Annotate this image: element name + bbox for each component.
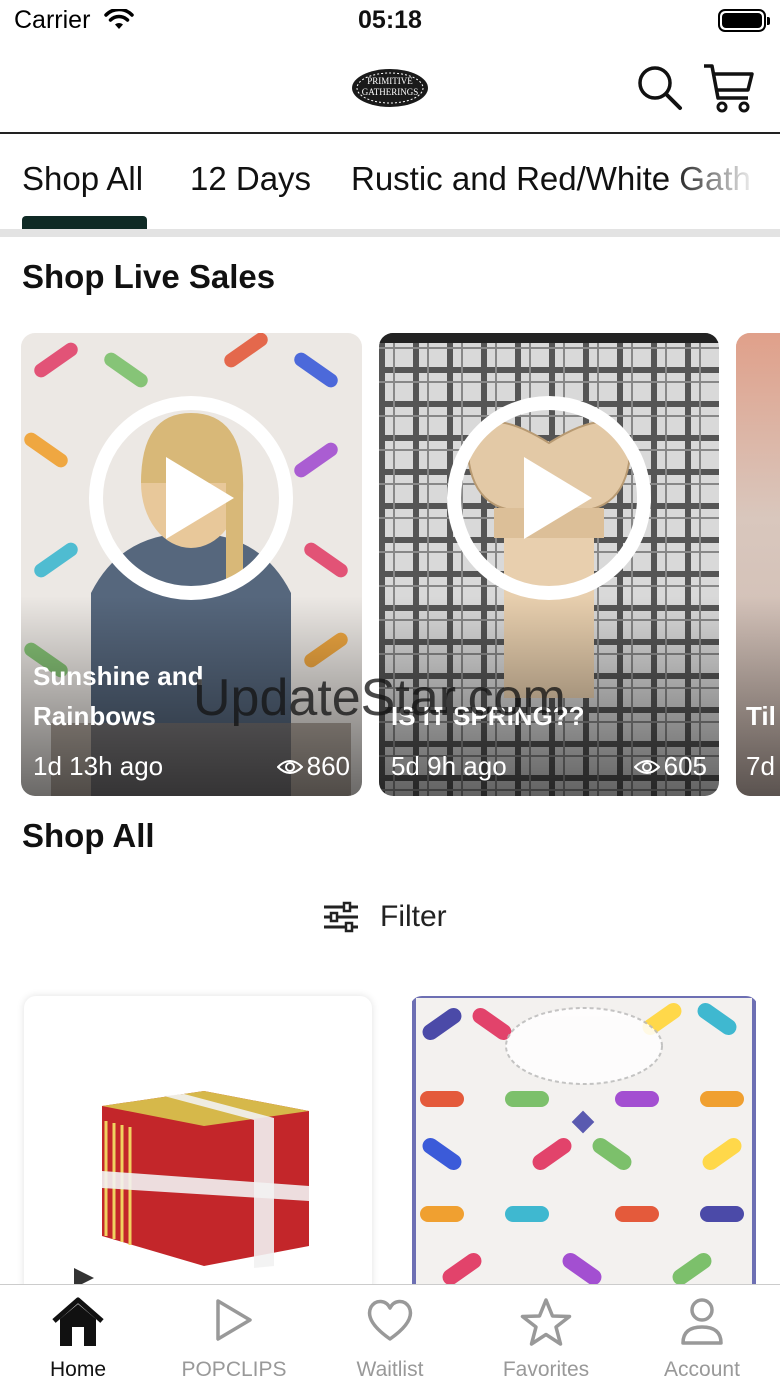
tab-12-days[interactable]: 12 Days — [190, 160, 311, 198]
home-icon — [52, 1297, 104, 1346]
play-icon[interactable] — [88, 395, 294, 601]
play-icon[interactable] — [446, 395, 652, 601]
filter-label: Filter — [380, 900, 447, 933]
product-card[interactable] — [24, 996, 372, 1296]
tab-shop-all[interactable]: Shop All — [22, 160, 143, 198]
shop-all-heading: Shop All — [22, 817, 155, 854]
cart-icon[interactable] — [702, 62, 756, 114]
logo-line-2: GATHERINGS — [361, 87, 419, 97]
eye-icon — [633, 759, 660, 774]
nav-home[interactable]: Home — [0, 1285, 156, 1387]
nav-label: Favorites — [502, 1358, 590, 1381]
view-count: 605 — [633, 751, 707, 782]
view-count-value: 605 — [663, 751, 707, 781]
category-tabs: Shop All 12 Days Rustic and Red/White Ga… — [0, 136, 780, 236]
play-icon — [216, 1299, 252, 1341]
sliders-icon — [324, 901, 358, 933]
live-sale-age: 7d — [746, 751, 775, 781]
live-sale-age: 5d 9h ago — [391, 751, 507, 781]
nav-label: Waitlist — [356, 1358, 424, 1381]
quilt-product-image — [412, 996, 756, 1296]
person-icon — [681, 1298, 723, 1345]
search-icon[interactable] — [634, 62, 684, 112]
brand-logo[interactable]: PRIMITIVE GATHERINGS — [350, 66, 430, 110]
nav-label: Account — [664, 1358, 740, 1381]
battery-icon — [718, 9, 770, 32]
active-tab-indicator — [22, 216, 147, 230]
status-bar: Carrier 05:18 — [0, 0, 780, 44]
live-sale-age: 1d 13h ago — [33, 751, 164, 781]
live-sales-heading: Shop Live Sales — [22, 258, 276, 295]
nav-label: Home — [49, 1358, 107, 1381]
filter-button[interactable]: Filter — [322, 895, 447, 939]
nav-waitlist[interactable]: Waitlist — [312, 1285, 468, 1387]
product-card[interactable] — [410, 996, 758, 1296]
watermark: UpdateStar.com — [193, 669, 566, 727]
live-sale-title: Til — [746, 701, 776, 731]
live-sale-card[interactable]: Til 7d — [736, 333, 780, 796]
clock: 05:18 — [358, 6, 422, 34]
bottom-tab-bar: Home POPCLIPS Waitlist Favorites Account — [0, 1284, 780, 1387]
fabric-bundle-image — [74, 1091, 309, 1288]
nav-account[interactable]: Account — [624, 1285, 780, 1387]
heart-icon — [367, 1299, 413, 1341]
logo-line-1: PRIMITIVE — [367, 76, 413, 86]
app-header: PRIMITIVE GATHERINGS — [0, 44, 780, 134]
nav-popclips[interactable]: POPCLIPS — [156, 1285, 312, 1387]
section-divider — [0, 229, 780, 237]
star-icon — [520, 1298, 572, 1346]
view-count-value: 860 — [306, 751, 350, 781]
nav-label: POPCLIPS — [181, 1358, 287, 1381]
nav-favorites[interactable]: Favorites — [468, 1285, 624, 1387]
tab-fade-overlay — [670, 136, 780, 236]
view-count: 860 — [276, 751, 350, 782]
eye-icon — [276, 759, 303, 774]
